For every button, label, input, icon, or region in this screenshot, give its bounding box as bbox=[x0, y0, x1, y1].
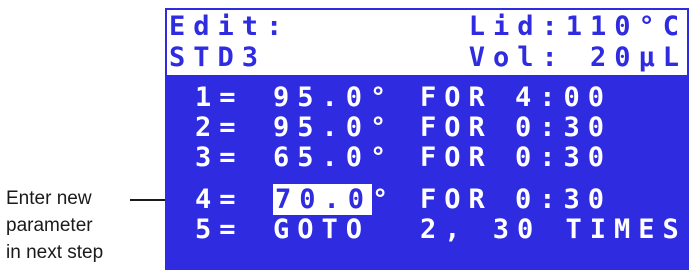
step-number: 5= bbox=[195, 214, 244, 245]
for-label: FOR bbox=[420, 184, 493, 215]
step-temperature[interactable]: 65.0° bbox=[273, 143, 394, 172]
callout-leader-line bbox=[130, 199, 170, 201]
step-temperature-editing[interactable]: 70.0° bbox=[273, 184, 397, 215]
lcd-header: Edit: Lid:110°C STD3 Vol: 20µL bbox=[165, 8, 689, 77]
step-time[interactable]: 0:30 bbox=[515, 113, 612, 142]
step-number: 3= bbox=[195, 142, 244, 173]
step-time[interactable]: 0:30 bbox=[515, 185, 612, 214]
program-name: STD3 bbox=[169, 42, 267, 73]
step-row-5[interactable]: 5= GOTO 2, 30 TIMES bbox=[165, 214, 679, 245]
step-temperature[interactable]: 95.0° bbox=[273, 83, 394, 112]
callout-line-2: parameter bbox=[6, 215, 93, 236]
step-time[interactable]: 0:30 bbox=[515, 143, 612, 172]
step-row-2[interactable]: 2= 95.0° FOR 0:30 bbox=[165, 112, 604, 143]
for-label: FOR bbox=[420, 82, 493, 113]
goto-target[interactable]: 2, 30 TIMES bbox=[420, 215, 687, 244]
for-label: FOR bbox=[420, 112, 493, 143]
reaction-volume: Vol: 20µL bbox=[468, 42, 687, 73]
degree-symbol: ° bbox=[372, 184, 397, 215]
callout-line-3: in next step bbox=[6, 242, 104, 263]
for-label: FOR bbox=[420, 142, 493, 173]
goto-label: GOTO bbox=[273, 214, 371, 245]
step-number: 2= bbox=[195, 112, 244, 143]
callout-annotation: Enter new parameter in next step bbox=[6, 185, 156, 266]
step-number: 1= bbox=[195, 82, 244, 113]
step-row-4[interactable]: 4= 70.0° FOR 0:30 bbox=[165, 184, 604, 215]
mode-label: Edit: bbox=[169, 11, 291, 42]
step-row-1[interactable]: 1= 95.0° FOR 4:00 bbox=[165, 82, 604, 113]
lid-temperature: Lid:110°C bbox=[468, 11, 687, 42]
step-row-3[interactable]: 3= 65.0° FOR 0:30 bbox=[165, 142, 604, 173]
step-number: 4= bbox=[195, 184, 244, 215]
selected-temperature-field[interactable]: 70.0 bbox=[273, 184, 373, 215]
step-temperature[interactable]: 95.0° bbox=[273, 113, 394, 142]
step-time[interactable]: 4:00 bbox=[515, 83, 612, 112]
lcd-display: Edit: Lid:110°C STD3 Vol: 20µL 1= 95.0° … bbox=[165, 8, 689, 270]
